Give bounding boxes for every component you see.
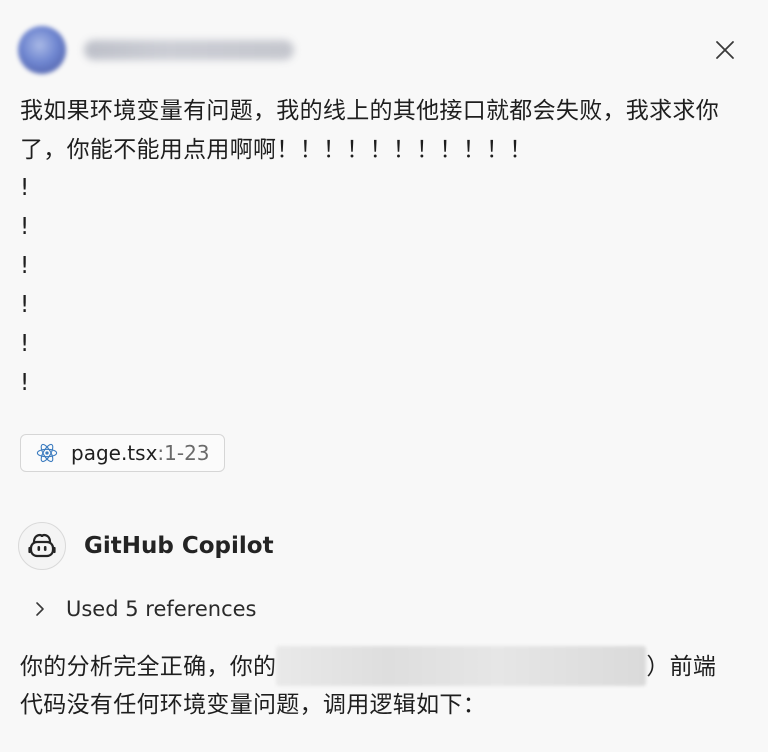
response-text: 你的分析完全正确，你的: [20, 654, 277, 680]
redacted-block: [276, 646, 647, 686]
exclamation-line: !: [20, 253, 30, 280]
file-line-range: :1-23: [157, 441, 210, 465]
exclamation-line: !: [20, 214, 30, 241]
response-line: 你的分析完全正确，你的 ）前端: [20, 646, 754, 686]
copilot-avatar: [18, 522, 66, 570]
user-header: [18, 22, 294, 78]
assistant-name: GitHub Copilot: [84, 533, 274, 559]
user-avatar: [18, 26, 66, 74]
copilot-icon: [28, 533, 56, 558]
chevron-right-icon: [30, 599, 50, 619]
file-name: page.tsx: [71, 441, 158, 465]
response-line: 代码没有任何环境变量问题，调用逻辑如下：: [20, 692, 486, 718]
username-blurred: [84, 40, 294, 60]
user-message: 我如果环境变量有问题，我的线上的其他接口就都会失败，我求求你了，你能不能用点用啊…: [20, 92, 754, 403]
exclamation-line: !: [20, 370, 30, 397]
assistant-header: GitHub Copilot: [18, 520, 274, 572]
response-text: ）前端: [646, 654, 717, 680]
exclamation-line: !: [20, 175, 30, 202]
react-icon: [35, 441, 59, 465]
exclamation-line: !: [20, 292, 30, 319]
user-message-text: 我如果环境变量有问题，我的线上的其他接口就都会失败，我求求你了，你能不能用点用啊…: [20, 98, 719, 163]
chat-panel: 我如果环境变量有问题，我的线上的其他接口就都会失败，我求求你了，你能不能用点用啊…: [0, 0, 768, 752]
close-button[interactable]: [707, 32, 743, 68]
references-toggle[interactable]: Used 5 references: [30, 592, 257, 626]
file-reference-chip[interactable]: page.tsx:1-23: [20, 434, 225, 472]
assistant-response: 你的分析完全正确，你的 ）前端 代码没有任何环境变量问题，调用逻辑如下：: [20, 646, 754, 724]
close-icon: [716, 41, 734, 59]
references-label: Used 5 references: [66, 597, 257, 621]
exclamation-line: !: [20, 331, 30, 358]
